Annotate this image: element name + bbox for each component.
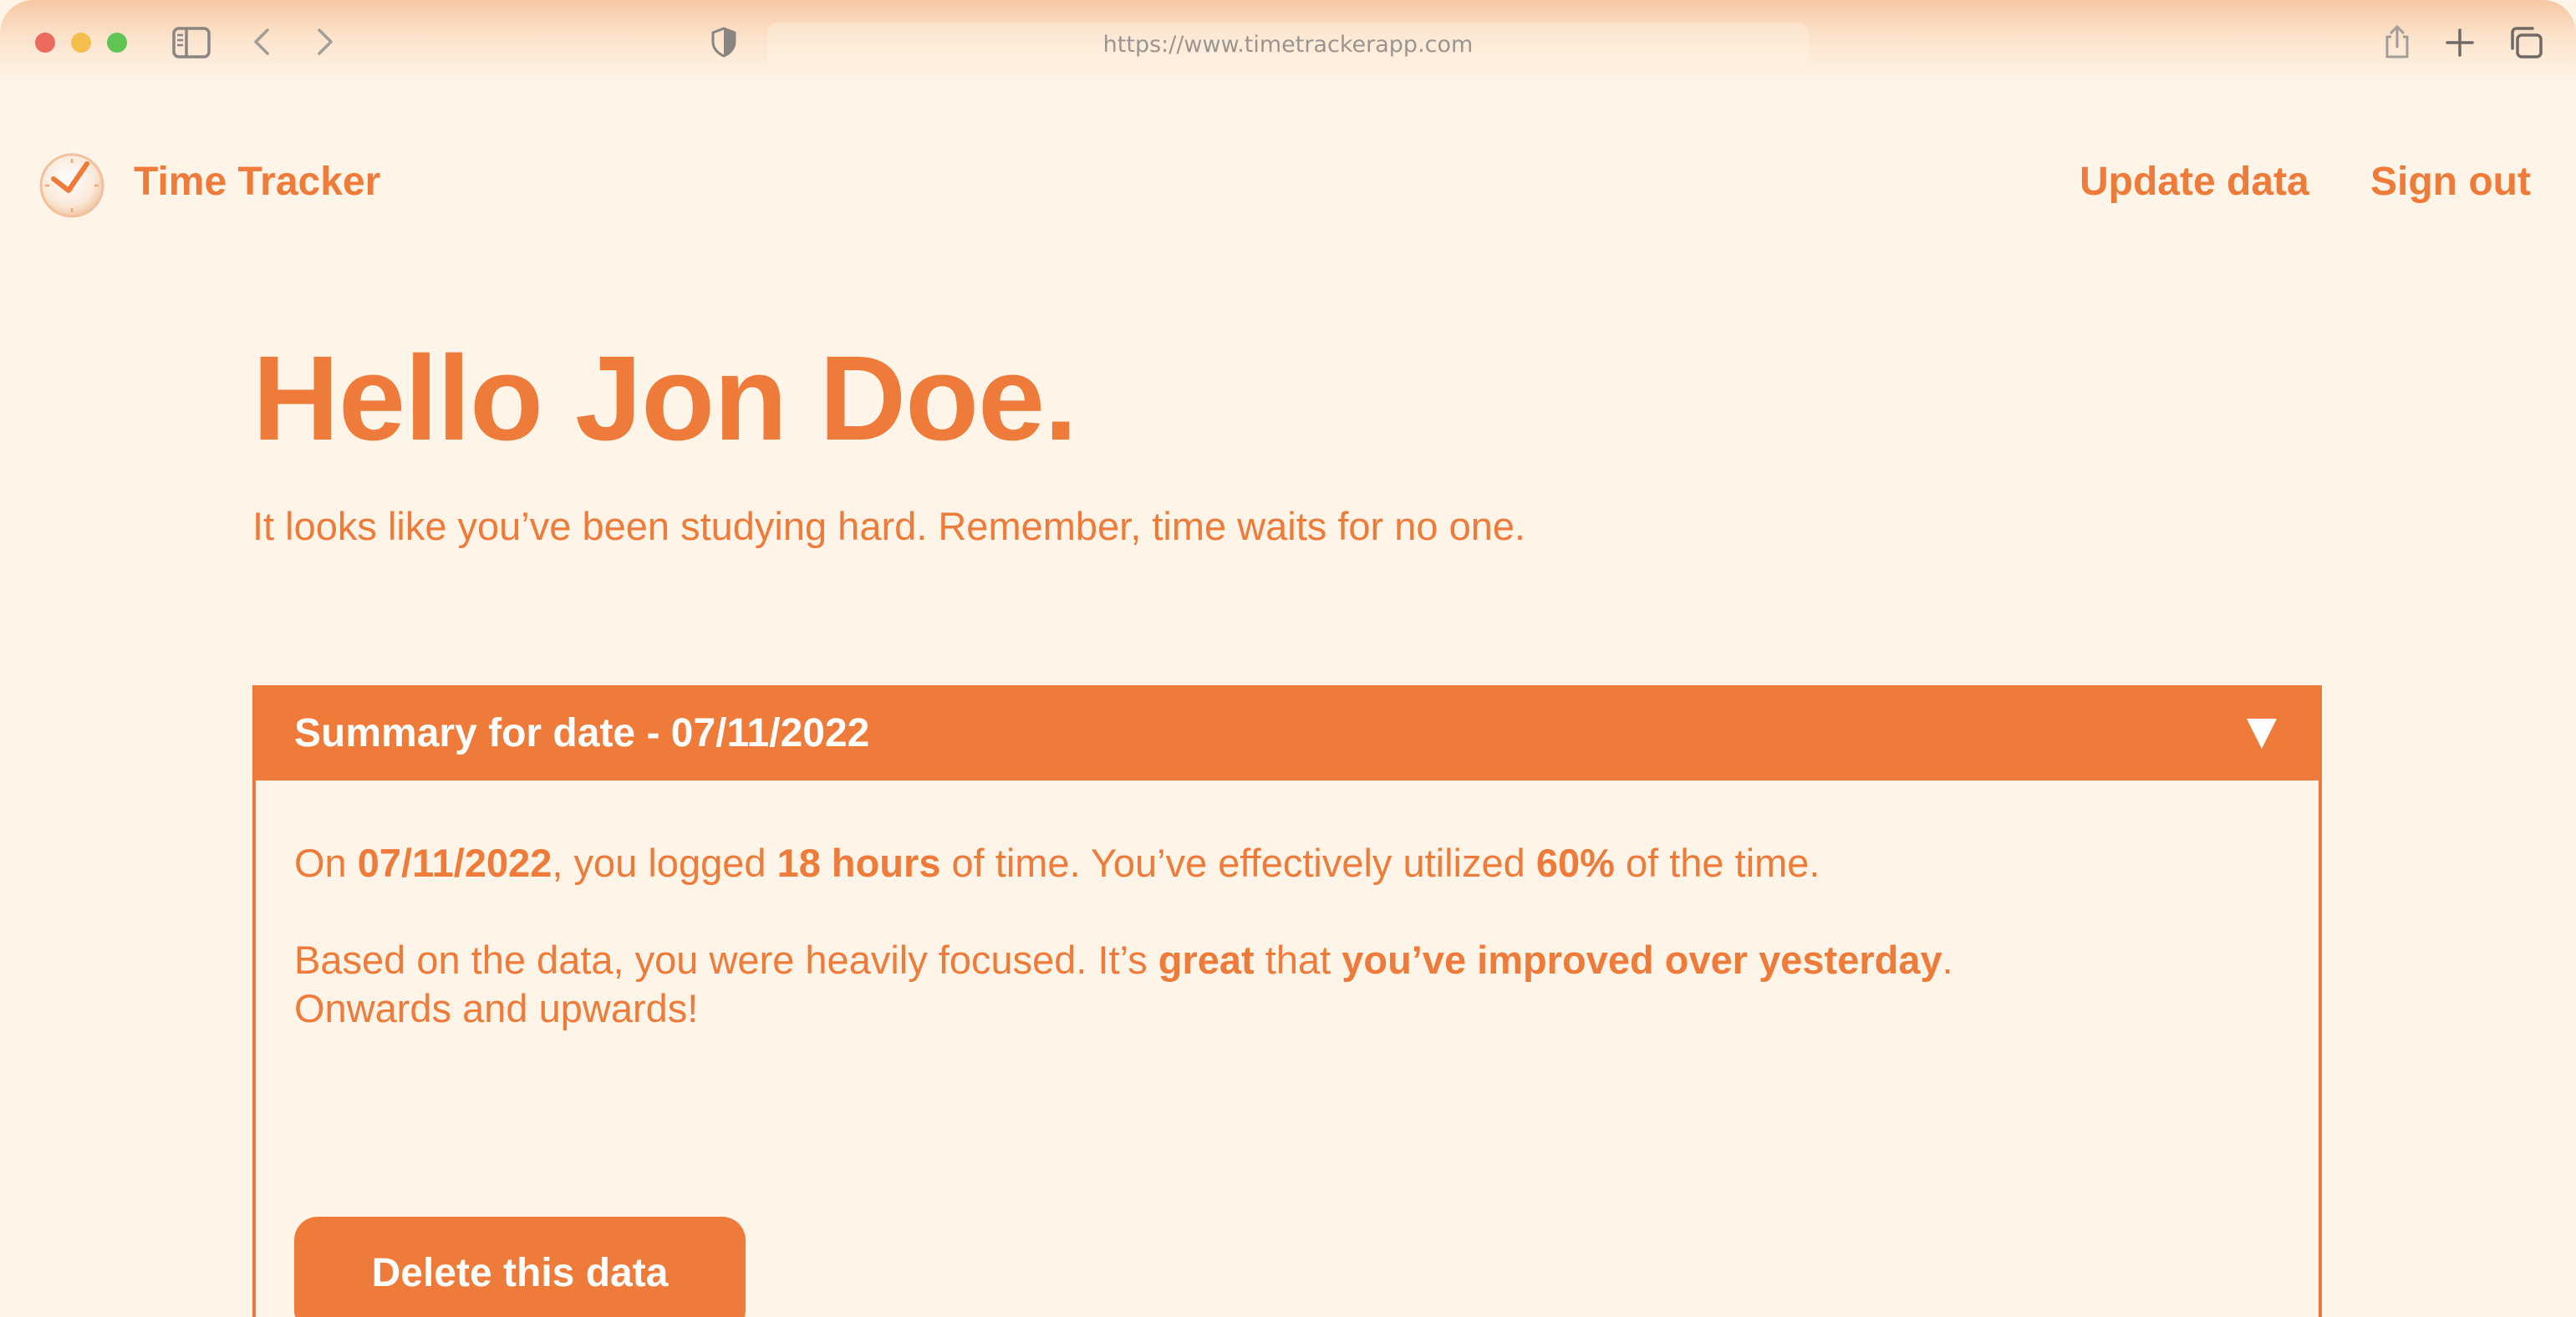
summary-percent: 60% xyxy=(1535,841,1615,885)
browser-toolbar: https://www.timetrackerapp.com xyxy=(0,0,2576,84)
sidebar-toggle-icon[interactable] xyxy=(172,27,211,58)
summary-text: that xyxy=(1254,938,1342,982)
summary-card: Summary for date - 07/11/2022 On 07/11/2… xyxy=(252,685,2322,1317)
summary-great: great xyxy=(1158,938,1255,982)
close-window-button[interactable] xyxy=(35,33,55,53)
summary-text: Based on the data, you were heavily focu… xyxy=(294,938,1158,982)
summary-text: On xyxy=(294,841,358,885)
summary-card-header[interactable]: Summary for date - 07/11/2022 xyxy=(256,689,2319,781)
summary-title: Summary for date - 07/11/2022 xyxy=(294,711,870,755)
privacy-shield-icon[interactable] xyxy=(707,25,741,58)
summary-improved: you’ve improved over yesterday xyxy=(1341,938,1942,982)
triangle-down-icon[interactable] xyxy=(2243,714,2280,754)
summary-date: 07/11/2022 xyxy=(357,841,552,885)
minimize-window-button[interactable] xyxy=(71,33,91,53)
tab-overview-icon[interactable] xyxy=(2507,25,2544,60)
forward-chevron-icon[interactable] xyxy=(309,25,339,58)
summary-body: On 07/11/2022, you logged 18 hours of ti… xyxy=(294,839,2283,1081)
summary-encouragement: Onwards and upwards! xyxy=(294,986,699,1030)
summary-text: of the time. xyxy=(1614,841,1820,885)
update-data-link[interactable]: Update data xyxy=(2080,157,2309,207)
summary-feedback-paragraph: Based on the data, you were heavily focu… xyxy=(294,936,2283,1033)
zoom-window-button[interactable] xyxy=(107,33,127,53)
address-bar[interactable]: https://www.timetrackerapp.com xyxy=(767,23,1809,66)
delete-data-button[interactable]: Delete this data xyxy=(294,1217,746,1317)
clock-logo-icon[interactable] xyxy=(37,149,107,219)
summary-text: , you logged xyxy=(552,841,777,885)
page-title: Hello Jon Doe. xyxy=(252,331,1077,465)
page-subtitle: It looks like you’ve been studying hard.… xyxy=(252,504,1526,548)
back-chevron-icon[interactable] xyxy=(247,25,277,58)
summary-hours: 18 hours xyxy=(776,841,941,885)
summary-text: . xyxy=(1942,938,1953,982)
summary-text: of time. You’ve effectively utilized xyxy=(940,841,1536,885)
summary-stats-paragraph: On 07/11/2022, you logged 18 hours of ti… xyxy=(294,839,2283,887)
browser-window: https://www.timetrackerapp.com Time Trac… xyxy=(0,0,2576,1317)
address-bar-url: https://www.timetrackerapp.com xyxy=(1102,31,1474,58)
share-icon[interactable] xyxy=(2380,23,2414,60)
brand-name[interactable]: Time Tracker xyxy=(134,157,380,207)
sign-out-link[interactable]: Sign out xyxy=(2370,157,2531,207)
new-tab-plus-icon[interactable] xyxy=(2442,25,2477,60)
